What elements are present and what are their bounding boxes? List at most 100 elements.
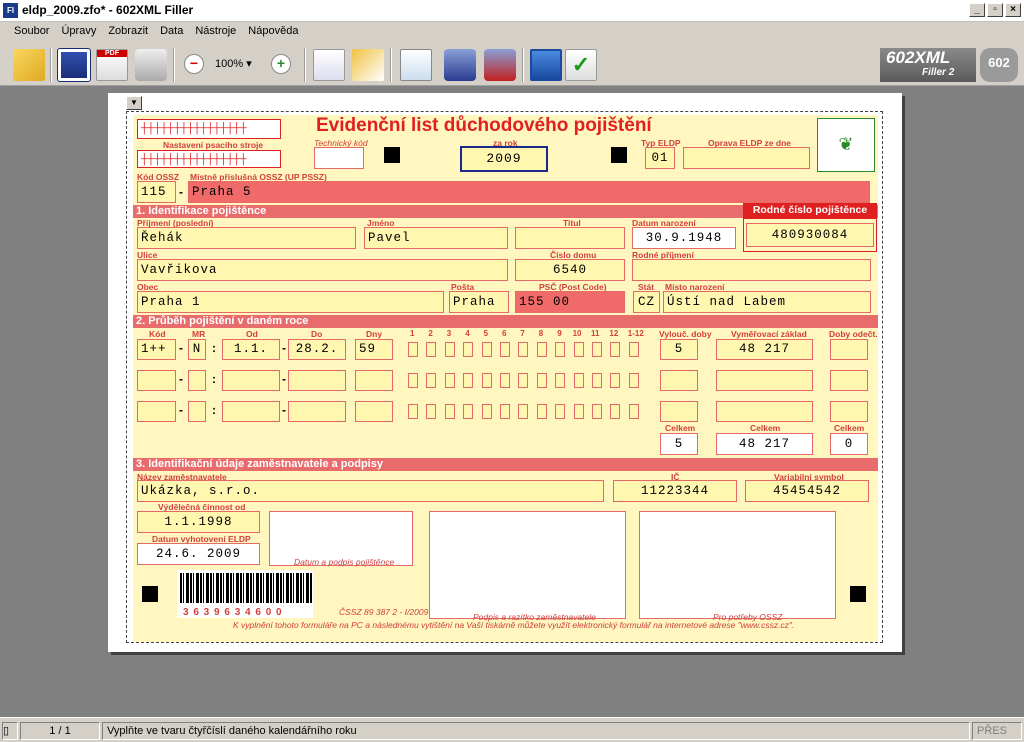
ic-field[interactable]: 11223344 (613, 480, 737, 502)
row2-vym[interactable] (716, 370, 813, 391)
month-checkbox[interactable] (444, 373, 455, 388)
row1-odect[interactable] (830, 339, 868, 360)
misto-narozeni-field[interactable]: Ústí nad Labem (663, 291, 871, 313)
celkem-vym[interactable]: 48 217 (716, 433, 813, 455)
add-record-icon[interactable] (400, 49, 432, 81)
open-folder-icon[interactable] (13, 49, 45, 81)
month-checkbox[interactable] (573, 373, 584, 388)
menu-soubor[interactable]: Soubor (8, 22, 55, 42)
menu-data[interactable]: Data (154, 22, 189, 42)
month-checkbox[interactable] (592, 404, 602, 419)
rodne-prijmeni-field[interactable] (632, 259, 871, 281)
month-checkbox[interactable] (518, 404, 529, 419)
close-button[interactable]: × (1005, 3, 1021, 17)
row2-kod[interactable] (137, 370, 176, 391)
month-checkbox[interactable] (444, 404, 455, 419)
month-checkbox[interactable] (426, 404, 437, 419)
calculator-icon[interactable] (530, 49, 562, 81)
titul-field[interactable] (515, 227, 625, 249)
page-menu-button[interactable]: ▼ (126, 96, 142, 110)
row1-od[interactable]: 1.1. (222, 339, 280, 360)
month-checkbox[interactable] (481, 404, 492, 419)
maximize-button[interactable]: ▫ (987, 3, 1003, 17)
za-rok-field[interactable]: 2009 (460, 146, 548, 172)
row2-do[interactable] (288, 370, 346, 391)
nazev-field[interactable]: Ukázka, s.r.o. (137, 480, 604, 502)
database-icon[interactable] (484, 49, 516, 81)
psc-field[interactable]: 155 00 (515, 291, 625, 313)
row1-vyluc[interactable]: 5 (660, 339, 698, 360)
month-checkbox[interactable] (500, 404, 510, 419)
typ-eldp-field[interactable]: 01 (645, 147, 675, 169)
jmeno-field[interactable]: Pavel (364, 227, 508, 249)
menu-nastroje[interactable]: Nástroje (189, 22, 242, 42)
kod-ossz-field[interactable]: 115 (137, 181, 176, 203)
row3-odect[interactable] (830, 401, 868, 422)
minimize-button[interactable]: _ (969, 3, 985, 17)
month-checkbox[interactable] (463, 342, 474, 357)
month-checkbox[interactable] (518, 342, 529, 357)
month-checkbox[interactable] (555, 404, 566, 419)
row3-od[interactable] (222, 401, 280, 422)
month-checkbox[interactable] (610, 373, 621, 388)
save-icon[interactable] (57, 48, 91, 82)
vs-field[interactable]: 45454542 (745, 480, 869, 502)
pdf-export-icon[interactable]: PDF (96, 49, 128, 81)
month-checkbox[interactable] (500, 373, 510, 388)
prijmeni-field[interactable]: Řehák (137, 227, 356, 249)
ulice-field[interactable]: Vavřikova (137, 259, 508, 281)
misto-ossz-field[interactable]: Praha 5 (188, 181, 870, 203)
month-checkbox[interactable] (408, 404, 418, 419)
month-checkbox[interactable] (610, 342, 621, 357)
export-data-icon[interactable] (352, 49, 384, 81)
print-icon[interactable] (135, 49, 167, 81)
row1-do[interactable]: 28.2. (288, 339, 346, 360)
cislo-domu-field[interactable]: 6540 (515, 259, 625, 281)
month-checkbox[interactable] (500, 342, 510, 357)
row1-vym[interactable]: 48 217 (716, 339, 813, 360)
technicky-kod-field[interactable] (314, 147, 364, 169)
validate-form-icon[interactable]: ✓ (565, 49, 597, 81)
datum-vyhot-field[interactable]: 24.6. 2009 (137, 543, 260, 565)
month-checkbox[interactable] (592, 373, 602, 388)
month-checkbox[interactable] (408, 373, 418, 388)
celkem-vyluc[interactable]: 5 (660, 433, 698, 455)
row3-kod[interactable] (137, 401, 176, 422)
month-checkbox[interactable] (555, 373, 566, 388)
zoom-in-icon[interactable]: + (271, 54, 291, 74)
row2-vyluc[interactable] (660, 370, 698, 391)
month-checkbox[interactable] (610, 404, 621, 419)
month-checkbox[interactable] (463, 404, 474, 419)
month-checkbox[interactable] (463, 373, 474, 388)
database-save-icon[interactable] (444, 49, 476, 81)
rodne-cislo-field[interactable]: 480930084 (746, 223, 874, 247)
month-checkbox[interactable] (408, 342, 418, 357)
zoom-out-icon[interactable]: − (184, 54, 204, 74)
month-checkbox[interactable] (481, 342, 492, 357)
obec-field[interactable]: Praha 1 (137, 291, 444, 313)
datum-narozeni-field[interactable]: 30.9.1948 (632, 227, 736, 249)
month-checkbox[interactable] (573, 404, 584, 419)
row3-dny[interactable] (355, 401, 393, 422)
month-checkbox[interactable] (592, 342, 602, 357)
row2-dny[interactable] (355, 370, 393, 391)
month-checkbox[interactable] (426, 342, 437, 357)
row2-mr[interactable] (188, 370, 206, 391)
month-checkbox[interactable] (536, 342, 547, 357)
row3-do[interactable] (288, 401, 346, 422)
vyd-field[interactable]: 1.1.1998 (137, 511, 260, 533)
month-checkbox[interactable] (628, 373, 639, 388)
oprava-field[interactable] (683, 147, 810, 169)
month-checkbox[interactable] (536, 373, 547, 388)
row1-mr[interactable]: N (188, 339, 206, 360)
row3-vym[interactable] (716, 401, 813, 422)
row3-vyluc[interactable] (660, 401, 698, 422)
posta-field[interactable]: Praha (449, 291, 509, 313)
menu-zobrazit[interactable]: Zobrazit (102, 22, 154, 42)
month-checkbox[interactable] (444, 342, 455, 357)
zoom-select[interactable]: 100% ▾ (215, 57, 252, 70)
celkem-odect[interactable]: 0 (830, 433, 868, 455)
menu-napoveda[interactable]: Nápověda (242, 22, 304, 42)
month-checkbox[interactable] (628, 404, 639, 419)
month-checkbox[interactable] (628, 342, 639, 357)
